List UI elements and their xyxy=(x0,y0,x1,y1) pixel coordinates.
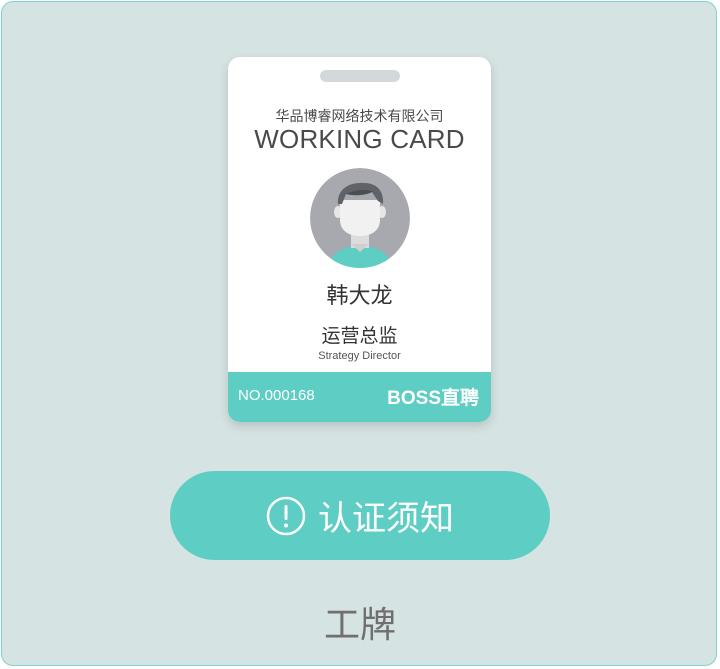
employee-name: 韩大龙 xyxy=(326,284,393,309)
card-footer: NO.000168 BOSS直聘 xyxy=(228,372,491,422)
person-avatar-icon xyxy=(310,168,410,268)
certification-notice-button[interactable]: 认证须知 xyxy=(170,471,550,560)
employee-role-en: Strategy Director xyxy=(318,350,401,362)
exclamation-circle-icon xyxy=(266,496,306,536)
employee-number: NO.000168 xyxy=(238,387,315,404)
brand-logo: BOSS直聘 xyxy=(387,388,479,409)
certification-notice-label: 认证须知 xyxy=(318,499,454,539)
card-title: WORKING CARD xyxy=(254,124,465,154)
page-caption: 工牌 xyxy=(323,605,396,646)
working-card: 华品博睿网络技术有限公司 WORKING CARD 韩大龙 运营总监 Strat… xyxy=(228,57,491,422)
lanyard-slot xyxy=(320,70,400,82)
company-name: 华品博睿网络技术有限公司 xyxy=(275,109,444,125)
employee-role: 运营总监 xyxy=(321,325,398,347)
